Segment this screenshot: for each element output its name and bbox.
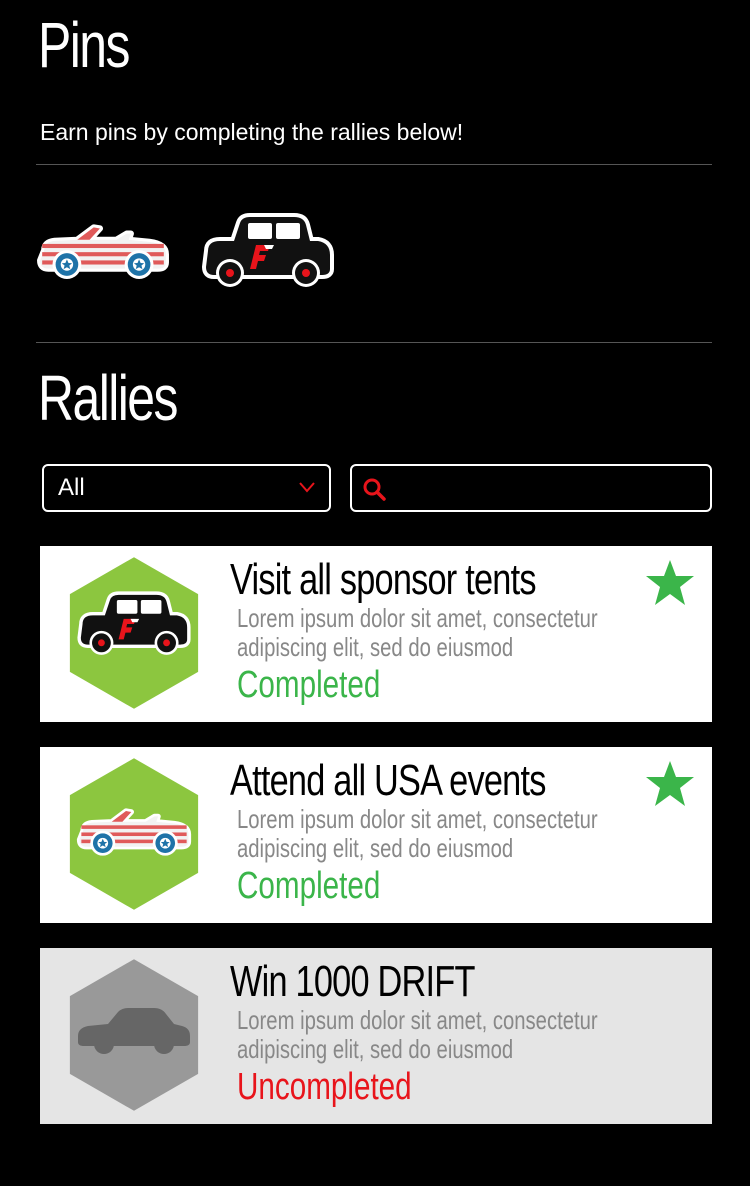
earned-pins-row (36, 200, 712, 310)
rally-description: Lorem ipsum dolor sit amet, consectetur … (237, 804, 598, 863)
search-icon (363, 478, 386, 501)
striped-convertible-icon[interactable] (36, 210, 170, 284)
rally-card[interactable]: Attend all USA events Lorem ipsum dolor … (40, 747, 712, 923)
pins-title: Pins (38, 9, 130, 81)
chevron-down-icon (299, 482, 315, 493)
hexagon-badge-icon (66, 755, 202, 913)
rally-status: Completed (237, 664, 381, 706)
search-input[interactable] (396, 470, 700, 508)
rally-description: Lorem ipsum dolor sit amet, consectetur … (237, 1005, 598, 1064)
hexagon-badge-icon (66, 956, 202, 1114)
rally-card[interactable]: Win 1000 DRIFT Lorem ipsum dolor sit ame… (40, 948, 712, 1124)
hexagon-badge-icon (66, 554, 202, 712)
rally-filter-dropdown[interactable]: All (42, 464, 331, 512)
rally-search-box[interactable] (350, 464, 712, 512)
star-icon[interactable] (644, 759, 696, 809)
rally-title: Attend all USA events (230, 756, 546, 805)
black-jeep-icon[interactable] (198, 208, 338, 294)
rallies-title: Rallies (38, 362, 178, 434)
pins-subtitle: Earn pins by completing the rallies belo… (40, 119, 464, 145)
rally-card[interactable]: Visit all sponsor tents Lorem ipsum dolo… (40, 546, 712, 722)
filter-selected-value: All (58, 474, 85, 501)
rally-description: Lorem ipsum dolor sit amet, consectetur … (237, 603, 598, 662)
divider (36, 342, 712, 343)
rally-status: Completed (237, 865, 381, 907)
rally-title: Win 1000 DRIFT (230, 957, 475, 1006)
star-icon[interactable] (644, 558, 696, 608)
rally-status: Uncompleted (237, 1066, 412, 1108)
rally-title: Visit all sponsor tents (230, 555, 537, 604)
divider (36, 164, 712, 165)
